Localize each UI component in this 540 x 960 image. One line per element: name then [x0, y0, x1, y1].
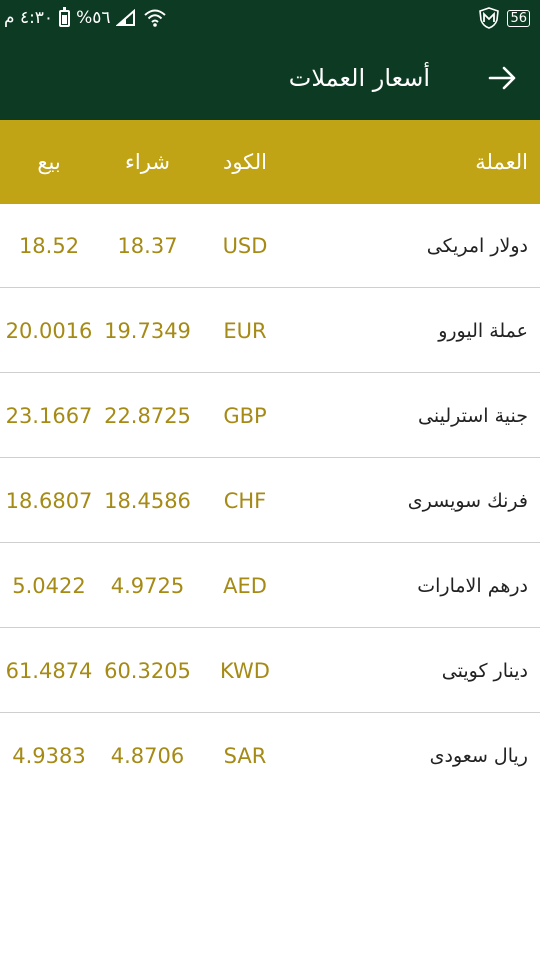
shield-icon: [479, 7, 500, 29]
buy-price: 4.8706: [110, 744, 185, 768]
buy-price: 18.37: [117, 233, 178, 258]
currency-name: دينار كويتى: [441, 659, 528, 682]
sell-price: 18.6807: [5, 488, 93, 513]
battery-percent: %٥٦: [76, 8, 111, 28]
sell-price: 5.0422: [12, 573, 86, 598]
table-row[interactable]: جنية استرلينى GBP 22.8725 23.1667: [0, 374, 540, 458]
battery-icon: [59, 6, 71, 27]
status-bar: ٤:٣٠ م %٥٦ 56: [0, 0, 540, 36]
arrow-right-icon[interactable]: [484, 60, 520, 96]
buy-price: 18.4586: [104, 488, 191, 513]
signal-icon: [116, 9, 136, 26]
sell-price: 4.9383: [12, 744, 86, 768]
currency-code: KWD: [220, 658, 270, 683]
currency-code: GBP: [223, 403, 267, 428]
currency-name: عملة اليورو: [438, 319, 528, 342]
status-right: 56: [479, 0, 530, 36]
sell-price: 23.1667: [5, 403, 93, 428]
currency-code: SAR: [223, 744, 267, 768]
table-row[interactable]: عملة اليورو EUR 19.7349 20.0016: [0, 289, 540, 373]
wifi-icon: [144, 9, 167, 27]
currency-name: جنية استرلينى: [418, 404, 528, 427]
table-row[interactable]: ريال سعودى SAR 4.8706 4.9383: [0, 714, 540, 798]
notification-badge: 56: [507, 9, 530, 27]
header-code: الكود: [222, 150, 268, 174]
table-header: العملة الكود شراء بيع: [0, 120, 540, 204]
buy-price: 4.9725: [110, 573, 185, 598]
app-bar: أسعار العملات: [0, 36, 540, 120]
currency-name: ريال سعودى: [429, 745, 528, 767]
currency-code: AED: [223, 573, 267, 598]
table-row[interactable]: دينار كويتى KWD 60.3205 61.4874: [0, 629, 540, 713]
page-title: أسعار العملات: [288, 64, 430, 92]
currency-name: درهم الامارات: [417, 574, 528, 597]
sell-price: 61.4874: [5, 658, 93, 683]
currency-name: دولار امريكى: [426, 234, 528, 257]
buy-price: 60.3205: [104, 658, 191, 683]
table-row[interactable]: درهم الامارات AED 4.9725 5.0422: [0, 544, 540, 628]
clock: ٤:٣٠ م: [4, 8, 54, 28]
buy-price: 19.7349: [104, 318, 191, 343]
table-row[interactable]: فرنك سويسرى CHF 18.4586 18.6807: [0, 459, 540, 543]
sell-price: 20.0016: [5, 318, 93, 343]
header-currency: العملة: [475, 150, 528, 174]
header-sell: بيع: [37, 150, 61, 174]
currency-name: فرنك سويسرى: [407, 489, 528, 512]
header-buy: شراء: [125, 150, 170, 174]
buy-price: 22.8725: [104, 403, 191, 428]
status-left: ٤:٣٠ م %٥٦: [4, 0, 167, 36]
currency-code: USD: [222, 233, 268, 258]
currency-code: EUR: [223, 318, 267, 343]
table-row[interactable]: دولار امريكى USD 18.37 18.52: [0, 204, 540, 288]
sell-price: 18.52: [18, 233, 80, 258]
currency-code: CHF: [223, 488, 267, 513]
